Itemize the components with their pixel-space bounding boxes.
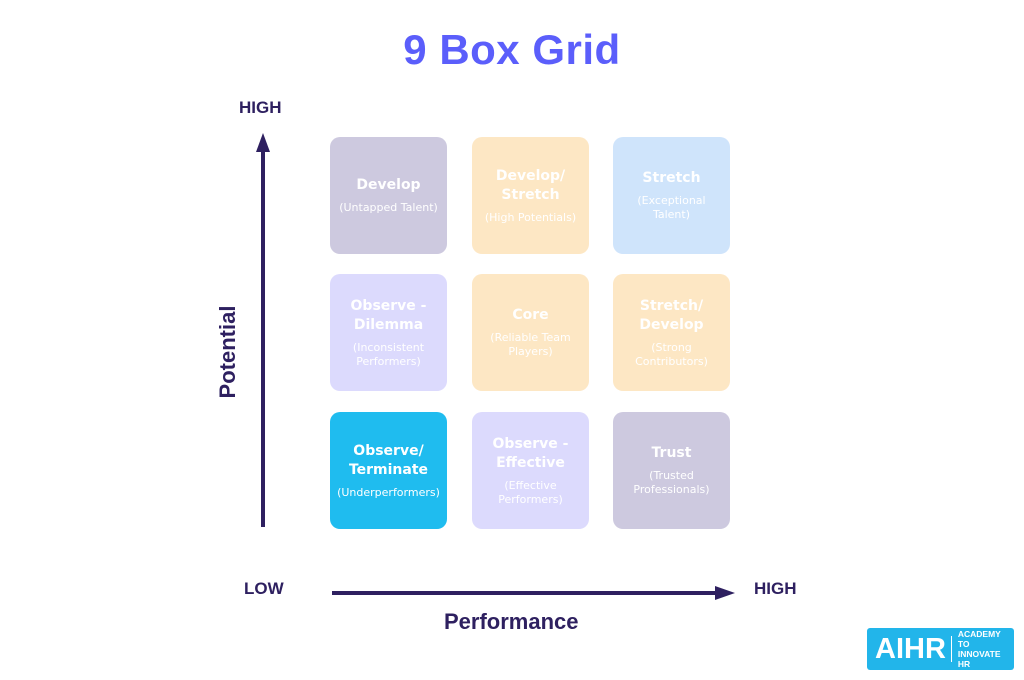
box-desc: (Strong Contributors): [635, 340, 708, 368]
box-observe-dilemma: Observe - Dilemma (Inconsistent Performe…: [330, 274, 447, 391]
y-axis-arrowhead: [256, 133, 270, 152]
box-desc: (High Potentials): [484, 210, 577, 224]
y-axis-arrow: [256, 133, 270, 527]
logo-mark: AIHR: [875, 632, 946, 665]
box-name: Stretch/ Develop: [639, 297, 704, 333]
box-desc: (Inconsistent Performers): [352, 340, 425, 368]
box-observe-terminate: Observe/ Terminate (Underperformers): [330, 412, 447, 529]
box-desc: (Underperformers): [337, 485, 440, 499]
box-stretch: Stretch (Exceptional Talent): [613, 137, 730, 254]
logo-tagline-line1: ACADEMY TO: [957, 629, 1001, 649]
box-develop: Develop (Untapped Talent): [330, 137, 447, 254]
box-name: Stretch: [642, 170, 701, 186]
logo-tagline: ACADEMY TO INNOVATE HR: [958, 629, 1014, 669]
box-desc: (Effective Performers): [498, 478, 563, 506]
box-develop-stretch: Develop/ Stretch (High Potentials): [472, 137, 589, 254]
box-desc: (Reliable Team Players): [490, 331, 571, 358]
box-name: Develop: [356, 177, 421, 193]
box-desc: (Trusted Professionals): [633, 469, 710, 496]
aihr-logo: AIHR ACADEMY TO INNOVATE HR: [867, 628, 1014, 670]
box-observe-effective: Observe - Effective (Effective Performer…: [472, 412, 589, 529]
box-name: Develop/ Stretch: [495, 167, 566, 203]
box-name: Observe - Dilemma: [350, 297, 427, 333]
logo-divider: [950, 636, 952, 662]
box-core: Core (Reliable Team Players): [472, 274, 589, 391]
box-stretch-develop: Stretch/ Develop (Strong Contributors): [613, 274, 730, 391]
box-desc: (Untapped Talent): [339, 201, 438, 214]
box-name: Trust: [651, 445, 692, 461]
box-name: Observe - Effective: [492, 435, 569, 471]
box-trust: Trust (Trusted Professionals): [613, 412, 730, 529]
box-name: Core: [512, 307, 549, 323]
logo-tagline-line2: INNOVATE HR: [957, 649, 1001, 669]
box-desc: (Exceptional Talent): [637, 194, 706, 221]
x-axis-arrow: [332, 586, 735, 600]
x-axis-arrowhead: [715, 586, 735, 600]
box-name: Observe/ Terminate: [348, 442, 429, 478]
